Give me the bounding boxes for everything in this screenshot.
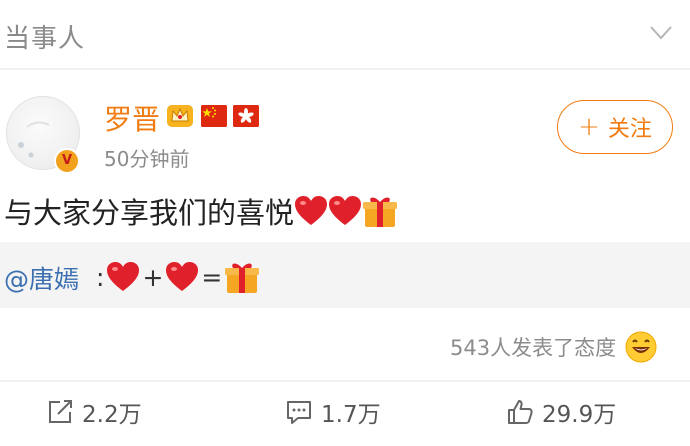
author-name[interactable]: 罗晋 (104, 98, 160, 138)
heart-icon (329, 196, 362, 225)
mention-link[interactable]: @唐嫣 (4, 260, 79, 296)
laughing-emoji-icon (625, 331, 657, 363)
hong-kong-flag-icon (233, 105, 259, 127)
quoted-post-text: : + = (96, 259, 260, 295)
quote-equals: = (201, 262, 223, 292)
follow-button[interactable]: + 关注 (557, 100, 673, 154)
plus-icon: + (578, 112, 600, 142)
heart-icon (107, 262, 140, 291)
header-bar: 当事人 (0, 0, 690, 70)
gift-icon (363, 197, 398, 227)
post-text: 与大家分享我们的喜悦 (4, 190, 398, 232)
page-title: 当事人 (4, 24, 86, 54)
quote-plus: + (142, 262, 164, 292)
comment-button[interactable]: 1.7万 (285, 394, 381, 430)
divider (0, 68, 690, 70)
repost-icon (49, 400, 72, 423)
reactions-text: 543人发表了态度 (450, 336, 617, 360)
like-count: 29.9万 (542, 402, 617, 428)
like-button[interactable]: 29.9万 (506, 394, 616, 430)
china-flag-icon (201, 105, 227, 127)
heart-icon (166, 262, 199, 291)
like-icon (508, 400, 533, 424)
verified-badge-icon: V (54, 148, 80, 174)
gift-icon (225, 263, 260, 293)
post-timestamp: 50分钟前 (104, 147, 190, 171)
divider (0, 380, 690, 382)
author-badges (165, 102, 259, 130)
follow-label: 关注 (607, 117, 652, 142)
quote-colon: : (96, 262, 105, 292)
repost-button[interactable]: 2.2万 (46, 394, 142, 430)
post-text-content: 与大家分享我们的喜悦 (4, 196, 295, 230)
quoted-post[interactable]: @唐嫣 : + = (0, 242, 690, 308)
heart-icon (295, 196, 328, 225)
crown-icon (167, 105, 193, 127)
chevron-down-icon[interactable] (650, 26, 672, 40)
comment-icon (287, 401, 311, 424)
comment-count: 1.7万 (321, 402, 381, 428)
repost-count: 2.2万 (82, 402, 142, 428)
reactions-summary[interactable]: 543人发表了态度 (450, 330, 658, 364)
